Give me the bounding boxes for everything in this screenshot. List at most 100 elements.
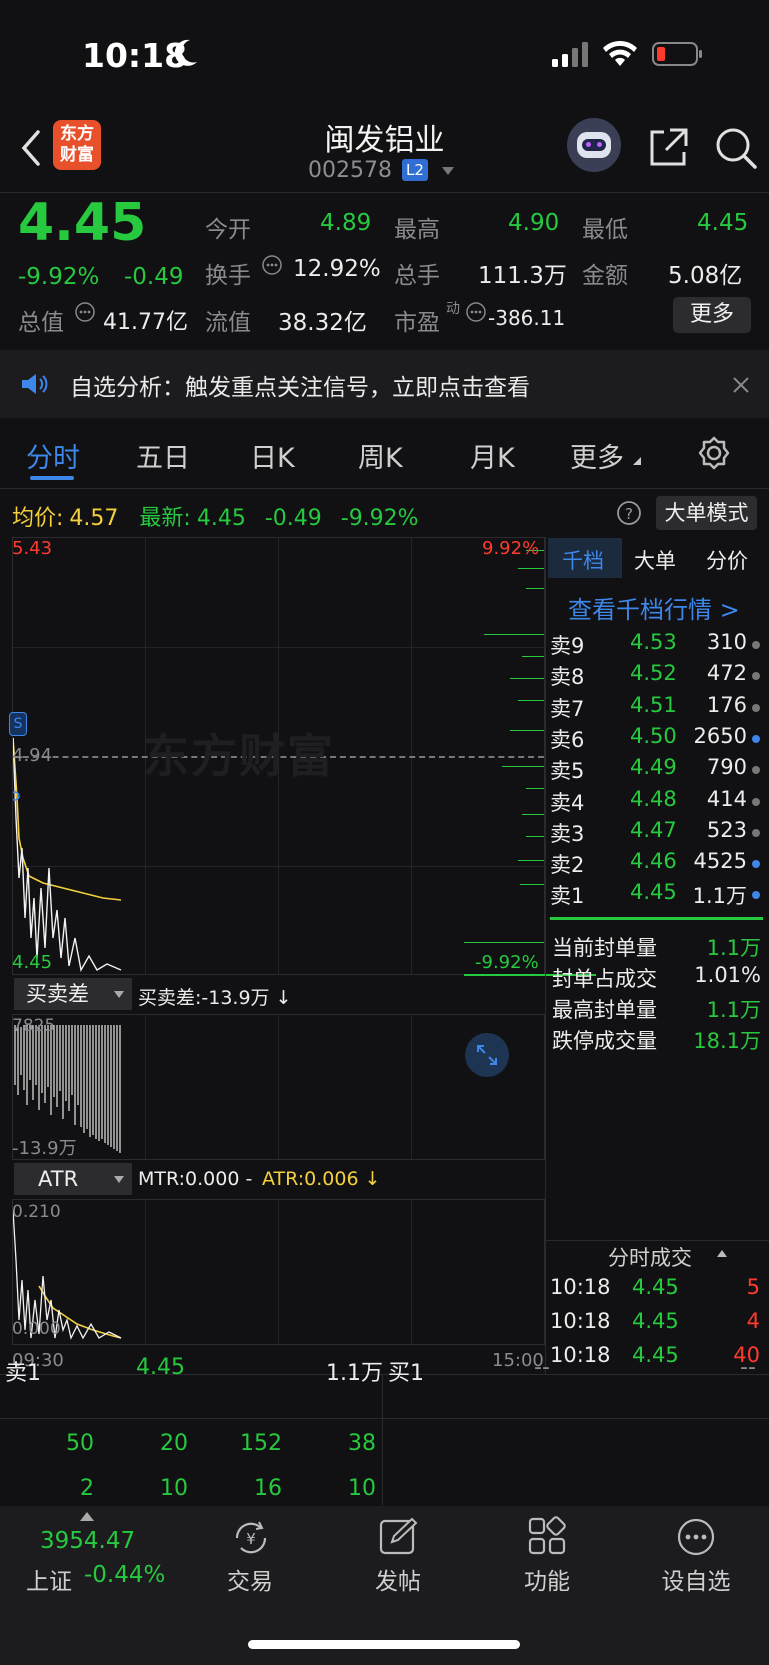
home-indicator — [248, 1640, 520, 1649]
ask-row[interactable]: 卖7 4.51 176 — [550, 693, 765, 723]
indicator1-selector[interactable]: 买卖差 — [14, 978, 132, 1010]
amount-label: 金额 — [582, 263, 628, 289]
tab-daily-k[interactable]: 日K — [250, 436, 295, 475]
ticks-title[interactable]: 分时成交 — [608, 1242, 692, 1272]
level2-badge[interactable]: L2 — [402, 159, 428, 181]
ask-dot — [752, 797, 760, 806]
indicator2-chart[interactable] — [12, 1199, 545, 1345]
orderbook-tab-big-order[interactable]: 大单 — [634, 545, 676, 575]
status-bar: 10:18 — [0, 0, 769, 110]
ask-row[interactable]: 卖9 4.53 310 — [550, 630, 765, 660]
signal-icon — [552, 42, 588, 67]
float-value: 38.32亿 — [278, 310, 367, 336]
help-icon[interactable]: ? — [616, 500, 642, 526]
low-label: 最低 — [582, 217, 628, 243]
close-icon[interactable] — [732, 376, 750, 394]
nav-add-watchlist[interactable]: 设自选 — [646, 1562, 746, 1596]
index-pct[interactable]: -0.44% — [84, 1562, 165, 1588]
tab-weekly-k[interactable]: 周K — [358, 436, 403, 475]
indicator2-selector[interactable]: ATR — [14, 1163, 132, 1195]
share-icon[interactable] — [648, 126, 690, 168]
chevron-up-icon[interactable] — [717, 1250, 727, 1257]
tab-more[interactable]: 更多 — [570, 436, 624, 475]
nav-trade[interactable]: 交易 — [200, 1562, 300, 1596]
more-button[interactable]: 更多 — [673, 297, 751, 333]
gear-icon[interactable] — [697, 436, 731, 470]
seal-stat-label: 封单占成交 — [552, 967, 657, 991]
more-options-icon[interactable] — [675, 1516, 717, 1558]
intraday-chart[interactable]: 东方财富 S — [9, 537, 596, 976]
chart-top-pct: 9.92% — [482, 538, 540, 559]
ask-row[interactable]: 卖5 4.49 790 — [550, 755, 765, 785]
ask-row[interactable]: 卖3 4.47 523 — [550, 818, 765, 848]
ask-row[interactable]: 卖1 4.45 1.1万 — [550, 880, 765, 910]
bottom-sell1-label: 卖1 — [5, 1361, 41, 1386]
bottom-buy1-label: 买1 — [388, 1361, 424, 1386]
bottom-sell1-price: 4.45 — [136, 1355, 185, 1380]
signal-marker-icon[interactable]: S — [9, 712, 27, 736]
ask-row[interactable]: 卖8 4.52 472 — [550, 661, 765, 691]
chart-mid-price: 4.94 — [12, 745, 53, 766]
index-value[interactable]: 3954.47 — [40, 1528, 135, 1554]
last-label: 最新: — [139, 506, 191, 531]
ask-label: 卖3 — [550, 821, 585, 846]
function-icon[interactable] — [527, 1516, 569, 1558]
open-value: 4.89 — [320, 210, 372, 236]
high-value: 4.90 — [508, 210, 560, 236]
ask-row[interactable]: 卖4 4.48 414 — [550, 787, 765, 817]
ask-volume: 790 — [706, 755, 747, 780]
tab-intraday[interactable]: 分时 — [26, 436, 80, 475]
ask-label: 卖5 — [550, 759, 585, 784]
ask-price: 4.46 — [630, 849, 677, 874]
chevron-up-icon[interactable] — [80, 1512, 94, 1521]
orderbook-tab-price[interactable]: 分价 — [706, 545, 748, 575]
orderbook-tab-depth[interactable]: 千档 — [562, 545, 604, 575]
expand-button[interactable] — [465, 1033, 509, 1077]
indicator2-top: 0.210 — [12, 1202, 61, 1222]
nav-function[interactable]: 功能 — [497, 1562, 597, 1596]
tick-price: 4.45 — [632, 1275, 679, 1299]
index-name[interactable]: 上证 — [26, 1562, 72, 1596]
bottom-buy1-vol: -- — [740, 1355, 756, 1380]
seal-stat-label: 跌停成交量 — [552, 1029, 657, 1053]
ask-price: 4.53 — [630, 630, 677, 654]
tick-time: 10:18 — [550, 1309, 611, 1333]
low-value: 4.45 — [697, 210, 749, 236]
nav-post[interactable]: 发帖 — [348, 1562, 448, 1596]
big-order-mode-button[interactable]: 大单模式 — [656, 496, 757, 530]
post-icon[interactable] — [378, 1516, 420, 1558]
ask-row[interactable]: 卖6 4.50 2650 — [550, 724, 765, 754]
svg-text:¥: ¥ — [246, 1530, 256, 1548]
change-percent: -9.92% — [18, 264, 100, 290]
search-icon[interactable] — [714, 126, 758, 170]
tab-five-day[interactable]: 五日 — [136, 436, 190, 475]
open-label: 今开 — [205, 217, 251, 243]
chevron-down-icon[interactable] — [441, 166, 455, 176]
indicator1-value: 买卖差:-13.9万 ↓ — [138, 987, 292, 1009]
queue-value: 10 — [160, 1476, 188, 1501]
ask-dot — [752, 734, 760, 743]
more-info-icon[interactable] — [261, 254, 283, 276]
indicator1-chart[interactable] — [12, 1014, 545, 1160]
corner-arrow-icon — [633, 457, 641, 465]
more-info-icon[interactable] — [74, 301, 96, 323]
more-info-icon[interactable] — [465, 301, 487, 323]
ask-row[interactable]: 卖2 4.46 4525 — [550, 849, 765, 879]
price-lines — [13, 737, 122, 973]
seal-stat-label: 当前封单量 — [552, 936, 657, 960]
notice-banner[interactable]: 自选分析：触发重点关注信号，立即点击查看 — [0, 350, 769, 418]
chart-bottom-pct: -9.92% — [475, 952, 539, 973]
amount-value: 5.08亿 — [668, 263, 743, 289]
view-depth-link[interactable]: 查看千档行情 > — [568, 590, 740, 625]
last-price: 4.45 — [18, 193, 147, 253]
tab-indicator — [30, 476, 74, 480]
ask-price: 4.45 — [630, 880, 677, 905]
robot-assistant-icon[interactable] — [567, 118, 621, 172]
seal-stat-value: 18.1万 — [693, 1029, 761, 1053]
moon-icon — [174, 39, 197, 66]
tab-monthly-k[interactable]: 月K — [470, 436, 515, 475]
trade-icon[interactable]: ¥ — [229, 1518, 273, 1558]
speaker-icon — [22, 374, 48, 394]
indicator1-top: 7825 — [12, 1016, 56, 1036]
queue-value: 50 — [66, 1431, 94, 1456]
